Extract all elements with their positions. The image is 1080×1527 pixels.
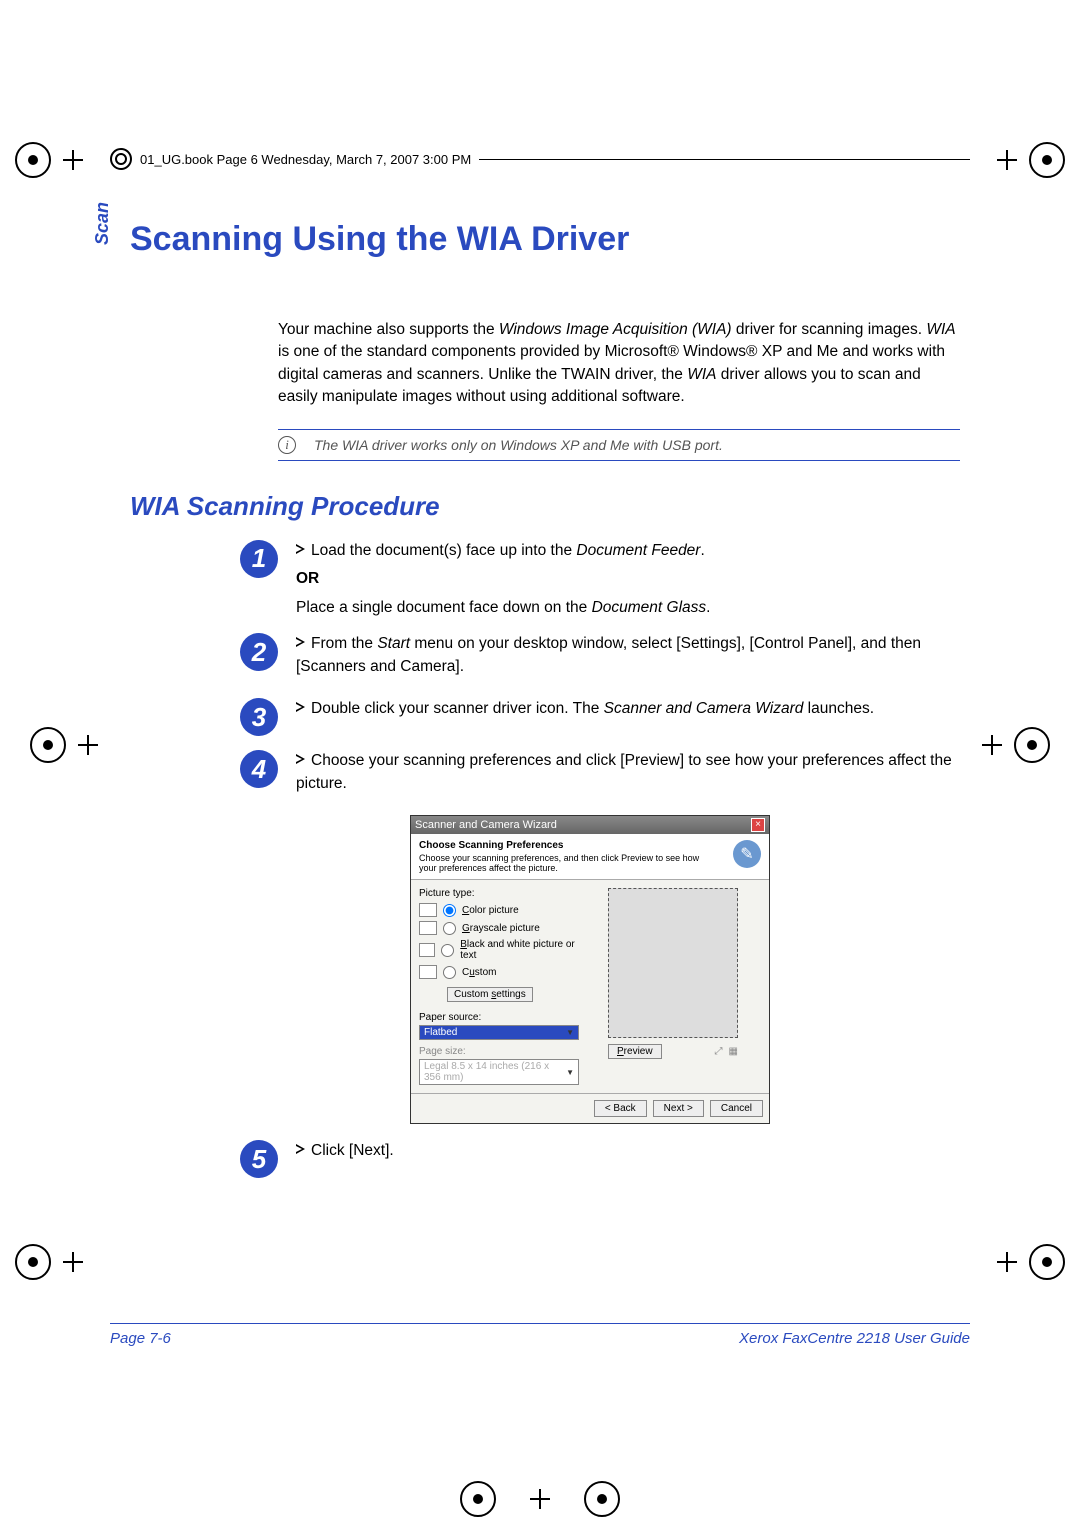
note-text: The WIA driver works only on Windows XP … (314, 437, 723, 453)
crop-mark-icon (15, 140, 95, 180)
section-heading: WIA Scanning Procedure (130, 491, 970, 522)
option-color[interactable]: CColor pictureolor picture (419, 903, 579, 917)
ring-icon (110, 148, 132, 170)
next-button[interactable]: Next > (653, 1100, 704, 1117)
preview-button[interactable]: Preview (608, 1044, 662, 1059)
bullet-icon (296, 702, 305, 712)
radio-gray[interactable] (443, 922, 456, 935)
bullet-icon (296, 1144, 305, 1154)
step-5: 5 Click [Next]. (240, 1140, 960, 1178)
step-number-badge: 2 (240, 633, 278, 671)
scanner-icon: ✎ (733, 840, 761, 868)
picture-type-label: Picture type: (419, 888, 579, 899)
page-title: Scanning Using the WIA Driver (130, 220, 970, 259)
radio-bw[interactable] (441, 944, 454, 957)
zoom-icon[interactable]: ⤢ (715, 1046, 723, 1057)
page-size-select[interactable]: Legal 8.5 x 14 inches (216 x 356 mm)▼ (419, 1059, 579, 1085)
step-number-badge: 4 (240, 750, 278, 788)
option-gray[interactable]: Grayscale picture (419, 921, 579, 935)
preview-area (608, 888, 738, 1038)
wizard-banner: Choose Scanning Preferences Choose your … (411, 834, 769, 880)
step-number-badge: 3 (240, 698, 278, 736)
crop-mark-icon (15, 1242, 95, 1282)
bullet-icon (296, 544, 305, 554)
radio-custom[interactable] (443, 966, 456, 979)
paper-source-label: Paper source: (419, 1012, 579, 1023)
option-custom[interactable]: Custom (419, 965, 579, 979)
option-bw[interactable]: Black and white picture or text (419, 939, 579, 961)
header-stamp: 01_UG.book Page 6 Wednesday, March 7, 20… (110, 148, 970, 170)
page-footer: Page 7-6 Xerox FaxCentre 2218 User Guide (110, 1323, 970, 1347)
custom-settings-button[interactable]: Custom settings (447, 987, 533, 1002)
note-block: i The WIA driver works only on Windows X… (278, 429, 960, 461)
step-3: 3 Double click your scanner driver icon.… (240, 698, 960, 736)
close-icon[interactable]: × (751, 818, 765, 832)
radio-color[interactable] (443, 904, 456, 917)
crop-mark-icon (30, 725, 110, 765)
fit-icon[interactable]: ▦ (729, 1046, 738, 1057)
back-button[interactable]: < Back (594, 1100, 647, 1117)
step-4: 4 Choose your scanning preferences and c… (240, 750, 960, 801)
paper-source-select[interactable]: Flatbed▼ (419, 1025, 579, 1040)
step-1: 1 Load the document(s) face up into the … (240, 540, 960, 619)
thumb-icon (419, 921, 437, 935)
wizard-banner-title: Choose Scanning Preferences (419, 840, 709, 851)
wizard-titlebar: Scanner and Camera Wizard × (411, 816, 769, 834)
thumb-icon (419, 965, 437, 979)
info-icon: i (278, 436, 296, 454)
bullet-icon (296, 637, 305, 647)
crop-mark-icon (460, 1479, 620, 1519)
step-2: 2 From the Start menu on your desktop wi… (240, 633, 960, 684)
footer-right: Xerox FaxCentre 2218 User Guide (739, 1330, 970, 1347)
wizard-title: Scanner and Camera Wizard (415, 819, 557, 831)
step-number-badge: 5 (240, 1140, 278, 1178)
bullet-icon (296, 754, 305, 764)
thumb-icon (419, 903, 437, 917)
thumb-icon (419, 943, 435, 957)
crop-mark-icon (985, 1242, 1065, 1282)
or-label: OR (296, 568, 960, 590)
header-stamp-text: 01_UG.book Page 6 Wednesday, March 7, 20… (140, 152, 471, 167)
side-tab: Scan (92, 202, 113, 245)
wizard-dialog: Scanner and Camera Wizard × Choose Scann… (410, 815, 770, 1124)
page-size-label: Page size: (419, 1046, 579, 1057)
crop-mark-icon (970, 725, 1050, 765)
intro-paragraph: Your machine also supports the Windows I… (278, 319, 960, 409)
cancel-button[interactable]: Cancel (710, 1100, 763, 1117)
footer-left: Page 7-6 (110, 1330, 171, 1347)
step-number-badge: 1 (240, 540, 278, 578)
wizard-banner-sub: Choose your scanning preferences, and th… (419, 853, 709, 873)
crop-mark-icon (985, 140, 1065, 180)
